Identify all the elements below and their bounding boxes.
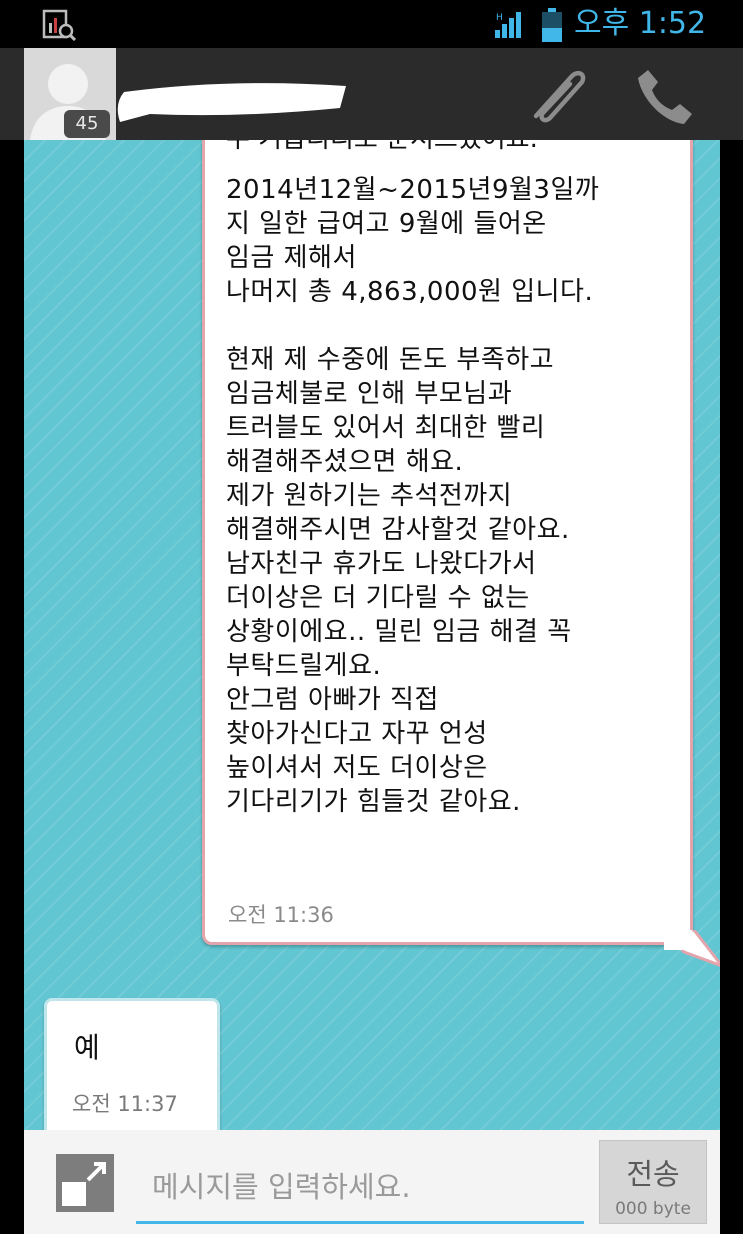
message-input[interactable] [136,1152,584,1224]
byte-count: 000 byte [615,1199,691,1219]
phone-icon[interactable] [634,64,696,126]
paperclip-icon[interactable] [522,62,592,128]
input-bar: 전송 000 byte [24,1130,720,1234]
svg-text:H: H [496,13,503,23]
incoming-message-cutoff-text: 주 기급리리로 순서드셨어요. [226,140,696,156]
send-label: 전송 [626,1157,680,1191]
avatar-badge: 45 [64,110,110,138]
incoming-message-time: 오전 11:36 [228,903,334,927]
expand-icon[interactable] [54,1152,116,1214]
outgoing-message-text: 예 [74,1031,100,1064]
status-time: 오후 1:52 [574,6,707,41]
outgoing-message-time: 오전 11:37 [72,1092,178,1116]
chat-area[interactable]: 주 기급리리로 순서드셨어요. 2014년12월~2015년9월3일까 지 일한… [24,140,720,1130]
status-bar: H 오후 1:52 [0,0,743,48]
redacted-contact-name [117,83,346,122]
send-button[interactable]: 전송 000 byte [599,1140,707,1224]
bubble-tail [664,930,720,967]
battery-icon [542,8,562,42]
chart-search-icon [42,9,76,41]
chat-header: 45 [0,48,743,140]
incoming-message-text: 2014년12월~2015년9월3일까 지 일한 급여고 9월에 들어온 임금 … [226,175,600,817]
signal-icon: H [495,12,521,38]
